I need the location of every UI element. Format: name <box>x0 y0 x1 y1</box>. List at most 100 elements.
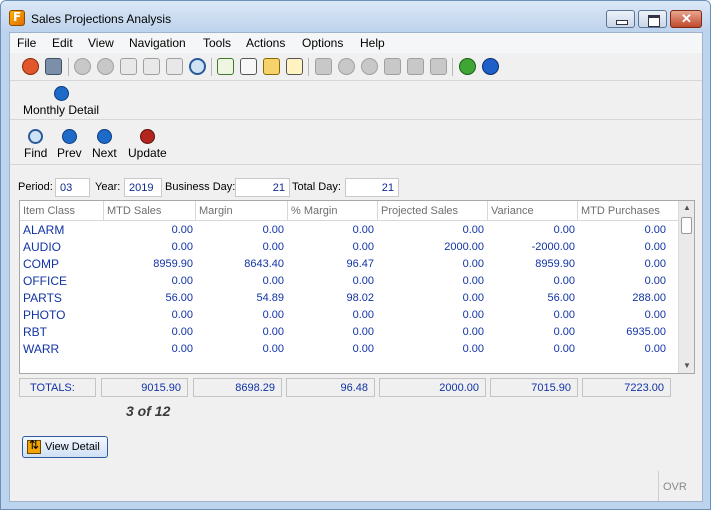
check-icon[interactable] <box>74 58 91 75</box>
year-label: Year: <box>95 181 121 193</box>
column-divider <box>103 201 104 221</box>
refresh-icon <box>139 129 155 144</box>
period-fields: Period: 03 Year: 2019 Business Day: 21 T… <box>10 178 702 198</box>
total-variance: 7015.90 <box>490 378 578 397</box>
column-mtd-purchases[interactable]: MTD Purchases <box>581 205 660 217</box>
menu-edit[interactable]: Edit <box>52 36 73 50</box>
view-detail-icon <box>27 438 41 454</box>
scroll-thumb[interactable] <box>681 217 692 234</box>
find-icon <box>28 129 44 144</box>
column-variance[interactable]: Variance <box>491 205 534 217</box>
business-day-field[interactable]: 21 <box>235 178 290 197</box>
menu-options[interactable]: Options <box>302 36 343 50</box>
period-field[interactable]: 03 <box>55 178 90 197</box>
find-button[interactable]: Find <box>24 129 47 160</box>
table-row[interactable]: AUDIO 0.00 0.00 0.00 2000.00 -2000.00 0.… <box>20 239 679 256</box>
menu-tools[interactable]: Tools <box>203 36 231 50</box>
window-title: Sales Projections Analysis <box>31 12 172 26</box>
table-row[interactable]: PARTS 56.00 54.89 98.02 0.00 56.00 288.0… <box>20 290 679 307</box>
cell-variance: -2000.00 <box>531 241 575 253</box>
monthly-detail-button[interactable]: Monthly Detail <box>23 86 99 117</box>
align-icon[interactable] <box>430 58 447 75</box>
column-divider <box>377 201 378 221</box>
lock-doc-icon[interactable] <box>263 58 280 75</box>
table-row[interactable]: COMP 8959.90 8643.40 96.47 0.00 8959.90 … <box>20 256 679 273</box>
cell-pct-margin: 0.00 <box>352 224 374 236</box>
column-item-class[interactable]: Item Class <box>23 205 75 217</box>
next-button[interactable]: Next <box>92 129 117 160</box>
cell-projected-sales: 0.00 <box>462 275 484 287</box>
cell-margin: 0.00 <box>262 241 284 253</box>
scroll-up-icon[interactable]: ▲ <box>682 203 692 213</box>
toolbar-separator <box>68 58 69 76</box>
prev-button[interactable]: Prev <box>57 129 82 160</box>
column-mtd-sales[interactable]: MTD Sales <box>107 205 161 217</box>
menu-navigation[interactable]: Navigation <box>129 36 186 50</box>
column-divider <box>195 201 196 221</box>
down-icon[interactable] <box>338 58 355 75</box>
insert-row-icon[interactable] <box>384 58 401 75</box>
maximize-button[interactable] <box>638 10 667 28</box>
toolbar-separator <box>211 58 212 76</box>
column-divider <box>287 201 288 221</box>
column-projected-sales[interactable]: Projected Sales <box>381 205 458 217</box>
overwrite-mode-indicator: OVR <box>658 471 702 501</box>
totals-row: TOTALS: 9015.90 8698.29 96.48 2000.00 70… <box>10 378 702 397</box>
scroll-down-icon[interactable]: ▼ <box>682 361 692 371</box>
menu-file[interactable]: File <box>17 36 36 50</box>
delete-row-icon[interactable] <box>407 58 424 75</box>
toolbar-separator <box>308 58 309 76</box>
cell-projected-sales: 0.00 <box>462 309 484 321</box>
cell-projected-sales: 0.00 <box>462 326 484 338</box>
copy-icon[interactable] <box>120 58 137 75</box>
cell-item-class: COMP <box>23 257 59 271</box>
cell-margin: 0.00 <box>262 275 284 287</box>
grid-scrollbar[interactable]: ▲ ▼ <box>678 201 694 373</box>
view-detail-button[interactable]: View Detail <box>22 436 108 458</box>
cell-projected-sales: 2000.00 <box>444 241 484 253</box>
cancel-icon[interactable] <box>97 58 114 75</box>
menu-view[interactable]: View <box>88 36 114 50</box>
notepad-icon[interactable] <box>217 58 234 75</box>
select-all-icon[interactable] <box>166 58 183 75</box>
year-field[interactable]: 2019 <box>124 178 162 197</box>
cell-pct-margin: 0.00 <box>352 241 374 253</box>
minimize-button[interactable] <box>606 10 635 28</box>
prev-arrow-icon <box>61 129 77 144</box>
calendar-icon[interactable] <box>286 58 303 75</box>
help-icon[interactable] <box>482 58 499 75</box>
menu-help[interactable]: Help <box>360 36 385 50</box>
table-row[interactable]: PHOTO 0.00 0.00 0.00 0.00 0.00 0.00 <box>20 307 679 324</box>
view-detail-label: View Detail <box>45 441 100 453</box>
menu-actions[interactable]: Actions <box>246 36 285 50</box>
save-copy-icon[interactable] <box>45 58 62 75</box>
cell-margin: 0.00 <box>262 343 284 355</box>
column-pct-margin[interactable]: % Margin <box>291 205 337 217</box>
sales-grid[interactable]: Item Class MTD Sales Margin % Margin Pro… <box>19 200 695 374</box>
toolbar-separator <box>452 58 453 76</box>
chart-icon[interactable] <box>459 58 476 75</box>
column-margin[interactable]: Margin <box>199 205 233 217</box>
cell-item-class: PHOTO <box>23 308 66 322</box>
cell-pct-margin: 0.00 <box>352 275 374 287</box>
app-logo-icon <box>9 10 25 26</box>
up-icon[interactable] <box>361 58 378 75</box>
close-button[interactable] <box>670 10 702 28</box>
first-record-icon[interactable] <box>315 58 332 75</box>
table-row[interactable]: OFFICE 0.00 0.00 0.00 0.00 0.00 0.00 <box>20 273 679 290</box>
total-day-field[interactable]: 21 <box>345 178 399 197</box>
attach-icon[interactable] <box>240 58 257 75</box>
paste-icon[interactable] <box>143 58 160 75</box>
business-day-label: Business Day: <box>165 181 236 193</box>
update-button[interactable]: Update <box>128 129 167 160</box>
total-projected-sales: 2000.00 <box>379 378 486 397</box>
table-row[interactable]: RBT 0.00 0.00 0.00 0.00 0.00 6935.00 <box>20 324 679 341</box>
zoom-icon[interactable] <box>189 58 206 75</box>
cell-mtd-purchases: 0.00 <box>644 275 666 287</box>
power-icon[interactable] <box>22 58 39 75</box>
table-row[interactable]: ALARM 0.00 0.00 0.00 0.00 0.00 0.00 <box>20 222 679 239</box>
table-row[interactable]: WARR 0.00 0.00 0.00 0.00 0.00 0.00 <box>20 341 679 358</box>
cell-pct-margin: 0.00 <box>352 309 374 321</box>
cell-item-class: ALARM <box>23 223 65 237</box>
cell-mtd-sales: 0.00 <box>171 224 193 236</box>
